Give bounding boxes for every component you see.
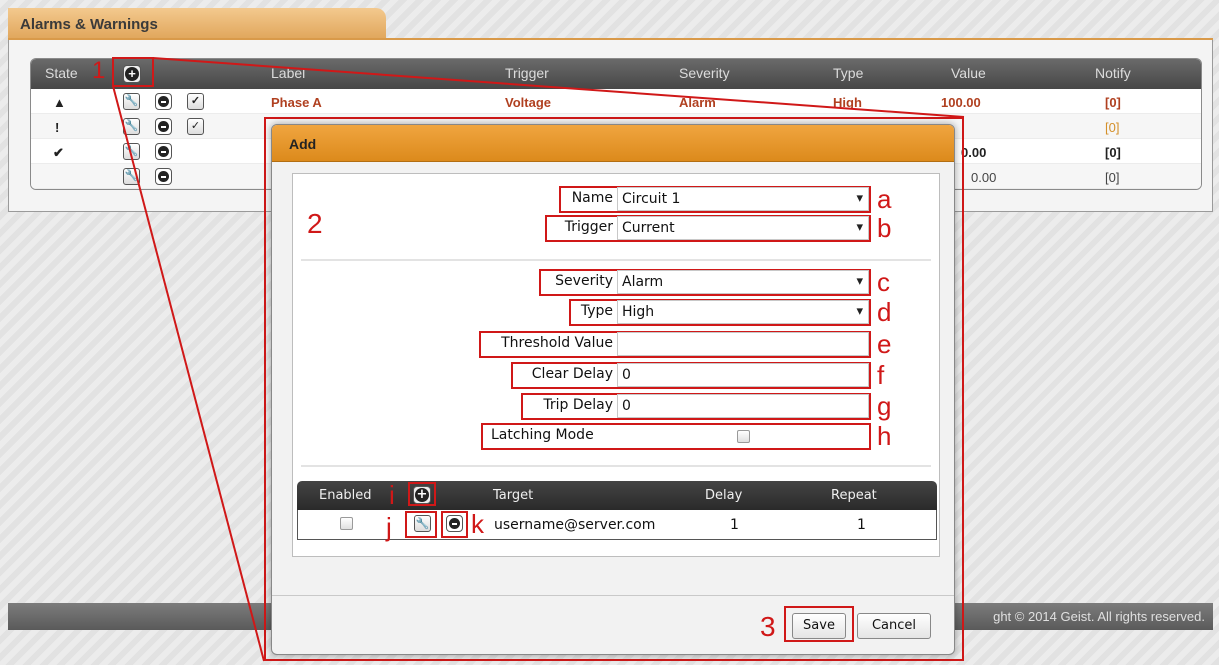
- clear-delay-input[interactable]: 0: [617, 363, 869, 387]
- form-divider: [301, 465, 931, 467]
- type-label: Type: [580, 303, 613, 319]
- notification-row: 🔧 username@server.com 1 1: [297, 510, 937, 540]
- annotation-g: g: [877, 391, 892, 421]
- annotation-1: 1: [92, 57, 106, 84]
- notification-repeat: 1: [857, 517, 866, 533]
- trigger-select[interactable]: Current: [617, 216, 869, 240]
- dialog-footer-divider: [272, 595, 954, 596]
- annotation-a: a: [877, 184, 892, 214]
- add-dialog: Add 2 Name Circuit 1 a Trigger Current b…: [271, 124, 955, 655]
- latching-mode-checkbox[interactable]: [737, 430, 750, 443]
- annotation-j: j: [386, 512, 392, 542]
- notification-delay: 1: [730, 517, 739, 533]
- dialog-title: Add: [272, 125, 954, 162]
- annotation-c: c: [877, 267, 890, 297]
- name-label: Name: [571, 190, 613, 206]
- severity-select[interactable]: Alarm: [617, 270, 869, 294]
- highlight-j: [405, 511, 437, 538]
- annotation-k: k: [471, 509, 484, 539]
- trip-delay-input[interactable]: 0: [617, 394, 869, 418]
- highlight-i: [408, 482, 436, 506]
- annotation-i: i: [389, 480, 395, 510]
- annotation-b: b: [877, 213, 892, 243]
- annotation-2: 2: [307, 208, 323, 239]
- annotation-3: 3: [760, 611, 776, 642]
- trigger-label: Trigger: [564, 219, 613, 235]
- clear-delay-label: Clear Delay: [531, 366, 613, 382]
- notification-target: username@server.com: [494, 517, 656, 533]
- form-divider: [301, 259, 931, 261]
- col-enabled: Enabled: [319, 488, 372, 503]
- annotation-f: f: [877, 360, 885, 390]
- name-select[interactable]: Circuit 1: [617, 187, 869, 211]
- annotation-h: h: [877, 421, 892, 451]
- save-button[interactable]: Save: [792, 613, 846, 639]
- threshold-label: Threshold Value: [501, 335, 613, 351]
- trip-delay-label: Trip Delay: [543, 397, 613, 413]
- latching-mode-label: Latching Mode: [491, 427, 594, 443]
- annotation-d: d: [877, 297, 892, 327]
- threshold-input[interactable]: [617, 332, 869, 356]
- cancel-button[interactable]: Cancel: [857, 613, 931, 639]
- annotation-e: e: [877, 329, 892, 359]
- col-delay: Delay: [705, 488, 743, 503]
- col-target: Target: [493, 488, 534, 503]
- dialog-form: 2 Name Circuit 1 a Trigger Current b Sev…: [292, 173, 940, 557]
- col-repeat: Repeat: [831, 488, 877, 503]
- enabled-checkbox[interactable]: [340, 517, 353, 530]
- severity-label: Severity: [555, 273, 613, 289]
- highlight-k: [441, 511, 468, 538]
- type-select[interactable]: High: [617, 300, 869, 324]
